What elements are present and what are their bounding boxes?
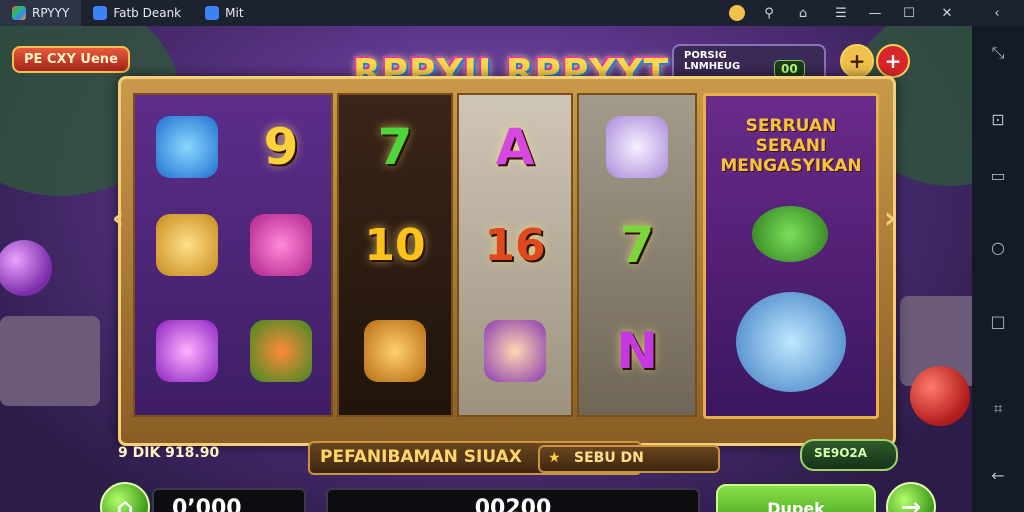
total-field: 0’000	[152, 488, 306, 512]
bet-value: 00200	[474, 495, 552, 512]
bet-field: 00200	[326, 488, 700, 512]
win-amount: 9 DIK 918.90	[118, 445, 220, 461]
game-subtitle: PEFANIBAMAN SIUAX	[320, 447, 522, 467]
tab-mit[interactable]: Mit	[193, 0, 255, 26]
top-badge: PE CXY Uene	[12, 46, 130, 73]
menu-icon[interactable]: ☰	[824, 0, 858, 26]
reel-column: 9	[133, 93, 333, 417]
symbol-ten: 10	[364, 219, 426, 271]
magic-orb	[0, 240, 52, 296]
coin-icon[interactable]	[720, 0, 754, 26]
symbol-blue-creature	[149, 109, 225, 185]
bottom-controls: ⌂ 0’000 00200 Dupek →	[96, 478, 946, 512]
screen-icon[interactable]: ▭	[972, 160, 1024, 190]
symbol-berry	[243, 313, 319, 389]
mode-selector[interactable]: ★ SEBU DN	[538, 445, 720, 473]
game-scene: PE CXY Uene RPPYII RPPYYT PORSIG LNMHEUG…	[0, 26, 972, 512]
circle-icon[interactable]: ○	[972, 232, 1024, 262]
title-bar: RPYYY Fatb Deank Mit ⚲ ⌂ ☰ — ☐ ✕ ‹	[0, 0, 1024, 26]
side-toolbar: ⤡ ⊡ ▭ ○ □ ⌗ ←	[972, 26, 1024, 512]
info-bar: 9 DIK 918.90 PEFANIBAMAN SIUAX ★ SEBU DN…	[110, 439, 900, 475]
spin-label: Dupek	[767, 498, 825, 512]
tab-label: RPYYY	[32, 6, 70, 20]
resize-icon[interactable]: ⊡	[972, 104, 1024, 134]
symbol-seven-green: 7	[619, 216, 655, 274]
symbol-a: A	[495, 118, 535, 176]
spin-button[interactable]: Dupek	[716, 484, 876, 512]
symbol-mouse	[477, 313, 553, 389]
mode-label: SEBU DN	[574, 450, 644, 466]
back-arrow-icon[interactable]: ←	[972, 460, 1024, 490]
reel-column: 7 N	[577, 93, 697, 417]
promo-panel: SERRUAN SERANI MENGASYIKAN	[703, 93, 879, 419]
symbol-purple-creature	[243, 207, 319, 283]
total-value: 0’000	[172, 495, 242, 512]
add-coins-button[interactable]: +	[840, 44, 874, 78]
tab-rpyyy[interactable]: RPYYY	[0, 0, 82, 26]
promo-title: SERRUAN SERANI MENGASYIKAN	[720, 116, 862, 176]
symbol-golden-totem	[149, 207, 225, 283]
multi-app-icon	[12, 6, 26, 20]
maximize-icon[interactable]: ☐	[892, 0, 926, 26]
reel-frame: 9 7 10 A 16 7 N SERRUAN SERANI MENGASYIK…	[118, 76, 896, 446]
square-icon[interactable]: □	[972, 306, 1024, 336]
symbol-gem-creature	[149, 313, 225, 389]
green-bonus-icon	[752, 206, 828, 262]
star-icon: ★	[548, 450, 561, 466]
prev-arrow-button[interactable]: ‹	[104, 196, 132, 240]
reel-column: A 16	[457, 93, 573, 417]
search-icon[interactable]: ⚲	[752, 0, 786, 26]
back-icon[interactable]: ‹	[980, 0, 1014, 26]
tab-label: Fatb Deank	[113, 6, 182, 20]
stone-pillar	[0, 316, 100, 406]
reel-column: 7 10	[337, 93, 453, 417]
next-arrow-button[interactable]: ›	[876, 196, 904, 240]
close-icon[interactable]: ✕	[930, 0, 964, 26]
phone-icon[interactable]: ⌂	[786, 0, 820, 26]
home-button[interactable]: ⌂	[100, 482, 150, 512]
bonus-label: SE9O2A	[814, 446, 868, 460]
symbol-scroll	[357, 313, 433, 389]
bonus-badge[interactable]: SE9O2A	[800, 439, 898, 471]
symbol-seven: 7	[377, 118, 413, 176]
symbol-n: N	[616, 322, 658, 380]
add-lives-button[interactable]: +	[876, 44, 910, 78]
tab-fatb-deank[interactable]: Fatb Deank	[81, 0, 193, 26]
hero-character	[736, 292, 846, 392]
minimize-icon[interactable]: —	[858, 0, 892, 26]
apple-decoration	[910, 366, 970, 426]
next-button[interactable]: →	[886, 482, 936, 512]
screenshot-icon[interactable]: ⌗	[972, 394, 1024, 424]
symbol-nine: 9	[263, 118, 299, 176]
balance-label: PORSIG LNMHEUG	[684, 50, 741, 72]
tab-label: Mit	[225, 6, 244, 20]
symbol-sixteen: 16	[484, 219, 546, 271]
app-icon	[205, 6, 220, 20]
expand-icon[interactable]: ⤡	[972, 38, 1024, 68]
app-icon	[93, 6, 108, 20]
symbol-cloud	[599, 109, 675, 185]
